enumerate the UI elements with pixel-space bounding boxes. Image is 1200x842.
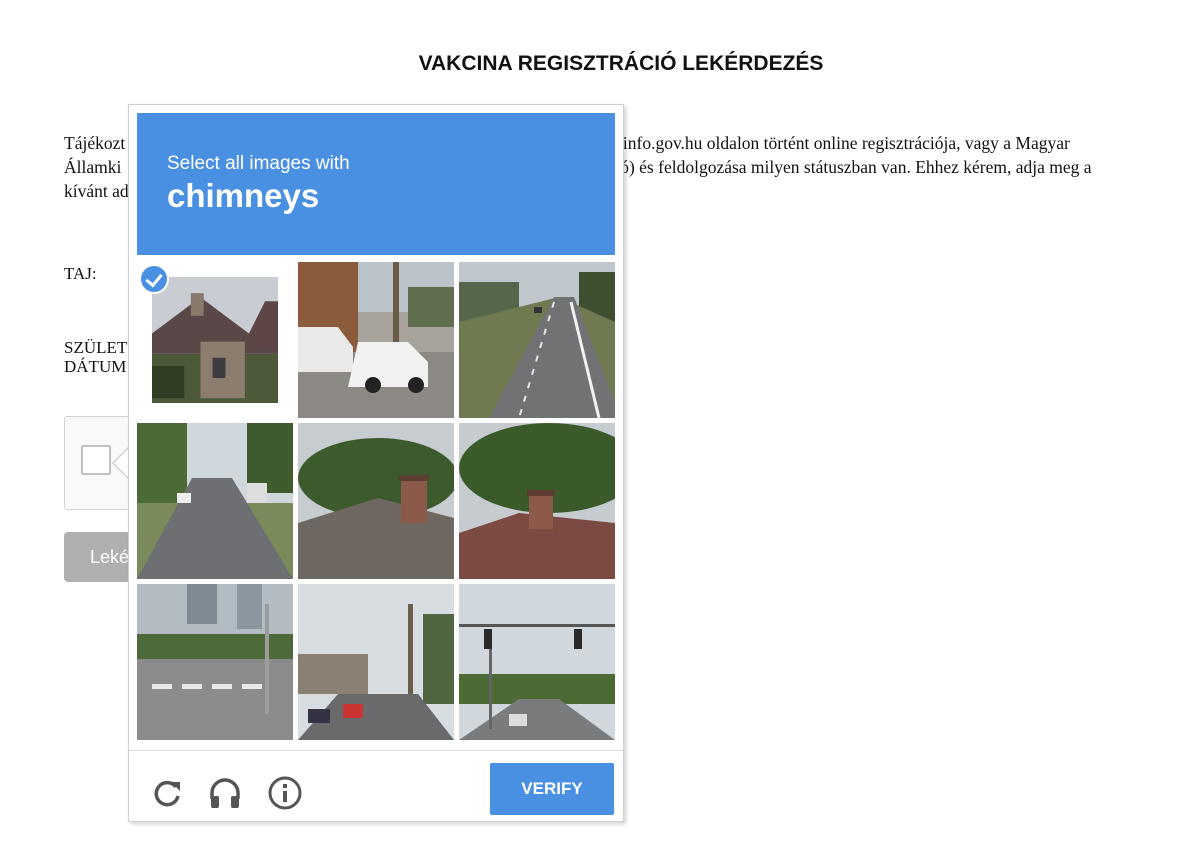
image-tile-1[interactable]: [137, 262, 293, 418]
image-tile-2[interactable]: [298, 262, 454, 418]
captcha-challenge: Select all images with chimneys VERIFY: [128, 104, 624, 822]
reload-icon[interactable]: [149, 775, 185, 811]
recaptcha-checkbox[interactable]: [81, 445, 111, 475]
image-tile-7[interactable]: [137, 584, 293, 740]
image-tile-4[interactable]: [137, 423, 293, 579]
selected-check-icon: [139, 264, 169, 294]
birth-date-label-1: SZÜLET: [64, 338, 128, 357]
info-icon[interactable]: [267, 775, 303, 811]
challenge-pointer-inner: [114, 448, 129, 478]
challenge-footer: VERIFY: [129, 750, 623, 823]
image-grid: [137, 262, 617, 742]
challenge-target: chimneys: [167, 177, 320, 214]
challenge-instruction: Select all images with: [167, 153, 350, 174]
intro-line2-end: ztráció) és feldolgozása milyen státuszb…: [581, 157, 1092, 177]
headphones-icon[interactable]: [207, 775, 243, 811]
intro-line2-start: Államki: [64, 157, 122, 177]
taj-label: TAJ:: [64, 264, 97, 283]
challenge-header: Select all images with chimneys: [137, 113, 615, 255]
intro-line1-start: Tájékozt: [64, 133, 126, 153]
intro-line3-start: kívánt ad: [64, 181, 129, 201]
page-title: VAKCINA REGISZTRÁCIÓ LEKÉRDEZÉS: [418, 52, 824, 75]
birth-date-label-2: DÁTUM: [64, 357, 127, 376]
image-tile-3[interactable]: [459, 262, 615, 418]
image-tile-6[interactable]: [459, 423, 615, 579]
verify-button[interactable]: VERIFY: [490, 763, 614, 815]
image-tile-5[interactable]: [298, 423, 454, 579]
intro-line1-end: akcinainfo.gov.hu oldalon történt online…: [577, 133, 1070, 153]
image-tile-9[interactable]: [459, 584, 615, 740]
image-tile-8[interactable]: [298, 584, 454, 740]
